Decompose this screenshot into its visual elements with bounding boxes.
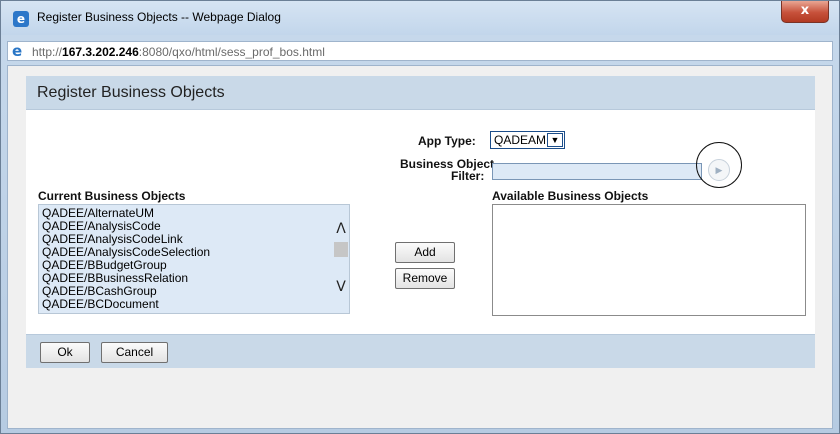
chevron-down-icon[interactable]: ᐯ <box>333 279 349 295</box>
chevron-down-icon[interactable]: ▼ <box>547 133 563 147</box>
chevron-up-icon[interactable]: ᐱ <box>333 221 349 237</box>
title-bar[interactable]: e Register Business Objects -- Webpage D… <box>1 1 839 35</box>
app-type-select[interactable]: QADEAM ▼ <box>490 131 565 149</box>
dialog-content: Register Business Objects App Type: QADE… <box>7 65 833 429</box>
url-host: 167.3.202.246 <box>62 45 139 59</box>
annotation-circle <box>696 142 742 188</box>
add-button[interactable]: Add <box>395 242 455 263</box>
cancel-button[interactable]: Cancel <box>101 342 168 363</box>
address-bar: e http://167.3.202.246:8080/qxo/html/ses… <box>7 41 833 61</box>
ie-page-icon: e <box>13 11 29 27</box>
list-scrollbar[interactable]: ᐱ ᐯ <box>332 205 349 313</box>
close-button[interactable]: x <box>781 1 829 23</box>
available-bo-label: Available Business Objects <box>492 189 649 203</box>
ok-button[interactable]: Ok <box>40 342 90 363</box>
app-type-label: App Type: <box>418 134 476 148</box>
app-type-value: QADEAM <box>494 133 547 147</box>
list-item[interactable]: QADEE/BCDocument <box>42 298 159 311</box>
bo-filter-input[interactable] <box>492 163 702 180</box>
panel-title: Register Business Objects <box>37 84 225 101</box>
register-panel: Register Business Objects App Type: QADE… <box>26 76 815 368</box>
current-bo-label: Current Business Objects <box>38 189 186 203</box>
panel-footer: Ok Cancel <box>26 334 815 368</box>
url-path: :8080/qxo/html/sess_prof_bos.html <box>138 45 325 59</box>
url-prefix: http:// <box>32 45 63 59</box>
remove-button[interactable]: Remove <box>395 268 455 289</box>
ie-logo-icon: e <box>12 42 23 60</box>
bo-filter-label-line2: Filter: <box>451 169 485 183</box>
dialog-window: e Register Business Objects -- Webpage D… <box>0 0 840 434</box>
current-bo-list[interactable]: QADEE/AlternateUM QADEE/AnalysisCode QAD… <box>38 204 350 314</box>
panel-header: Register Business Objects <box>26 76 815 110</box>
window-title: Register Business Objects -- Webpage Dia… <box>37 10 281 24</box>
scrollbar-thumb[interactable] <box>334 242 348 257</box>
url-text: http://167.3.202.246:8080/qxo/html/sess_… <box>32 45 325 59</box>
available-bo-list[interactable] <box>492 204 806 316</box>
